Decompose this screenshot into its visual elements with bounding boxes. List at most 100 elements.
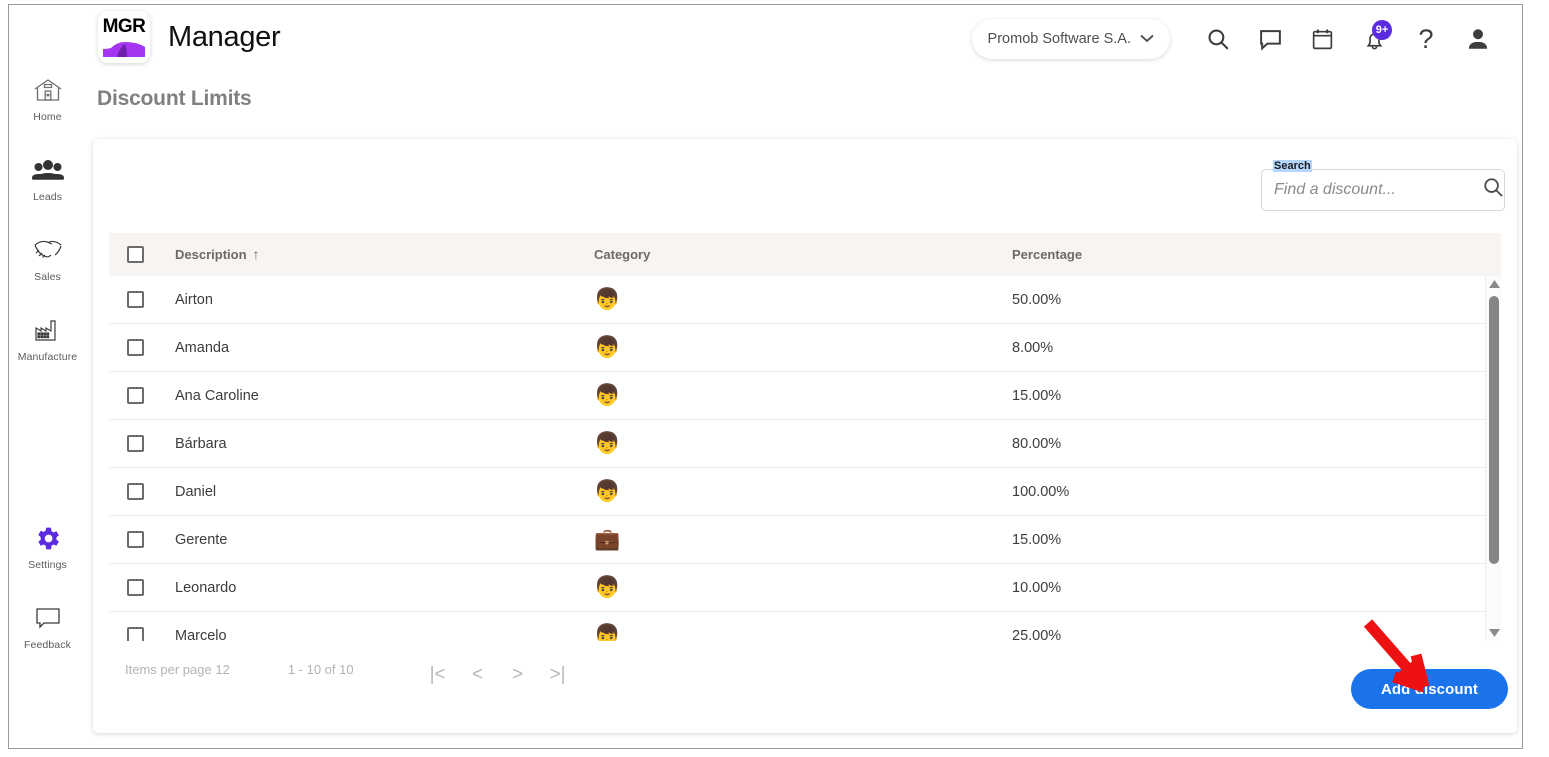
search-icon[interactable] xyxy=(1482,176,1505,204)
cell-description: Gerente xyxy=(144,531,594,549)
company-selector[interactable]: Promob Software S.A. xyxy=(971,19,1170,59)
table-row[interactable]: Gerente 💼 15.00% xyxy=(109,516,1501,564)
logo-shape xyxy=(103,42,145,57)
description-text: Amanda xyxy=(175,339,230,356)
percentage-text: 15.00% xyxy=(1012,531,1062,548)
table-row[interactable]: Airton 👦 50.00% xyxy=(109,276,1501,324)
last-page-button[interactable]: >| xyxy=(538,662,578,688)
cell-description: Leonardo xyxy=(144,579,594,597)
cell-percentage: 25.00% xyxy=(1012,627,1412,642)
row-checkbox[interactable] xyxy=(127,291,144,308)
pagination-range: 1 - 10 of 10 xyxy=(287,662,354,677)
column-header-category[interactable]: Category xyxy=(594,246,1012,264)
row-checkbox[interactable] xyxy=(127,387,144,404)
table-row[interactable]: Amanda 👦 8.00% xyxy=(109,324,1501,372)
cell-description: Marcelo xyxy=(144,627,594,642)
description-text: Airton xyxy=(175,291,213,308)
sidebar-item-label: Home xyxy=(33,111,62,123)
sidebar-item-home[interactable]: Home xyxy=(9,73,86,123)
cell-percentage: 15.00% xyxy=(1012,387,1412,405)
sidebar-item-leads[interactable]: Leads xyxy=(9,153,86,203)
next-page-button[interactable]: > xyxy=(498,662,538,688)
app-window: Home Leads Sales Manufacture Settings Fe… xyxy=(8,4,1523,749)
bell-icon[interactable]: 9+ xyxy=(1348,14,1400,64)
discounts-table: Description ↑ Category Percentage Airton… xyxy=(109,233,1501,641)
calendar-icon[interactable] xyxy=(1296,14,1348,64)
row-checkbox[interactable] xyxy=(127,435,144,452)
items-per-page-label: Items per page xyxy=(125,662,212,677)
scroll-up-arrow-icon[interactable] xyxy=(1486,276,1502,292)
search-input[interactable] xyxy=(1274,181,1482,199)
scroll-down-arrow-icon[interactable] xyxy=(1486,625,1502,641)
speech-bubble-icon xyxy=(31,601,65,635)
table-row[interactable]: Leonardo 👦 10.00% xyxy=(109,564,1501,612)
sidebar-item-settings[interactable]: Settings xyxy=(9,521,86,571)
sidebar-item-manufacture[interactable]: Manufacture xyxy=(9,313,86,363)
prev-page-button[interactable]: < xyxy=(458,662,498,688)
sort-asc-icon: ↑ xyxy=(252,246,260,262)
left-sidebar: Home Leads Sales Manufacture Settings Fe… xyxy=(9,5,86,748)
search-field-wrapper: Search xyxy=(1261,160,1505,211)
header-actions: Promob Software S.A. 9+ ? xyxy=(971,5,1504,73)
page-brand-title: Manager xyxy=(168,20,281,53)
table-row[interactable]: Bárbara 👦 80.00% xyxy=(109,420,1501,468)
items-per-page-value[interactable]: 12 xyxy=(215,662,229,677)
description-text: Leonardo xyxy=(175,579,237,596)
add-discount-button[interactable]: Add discount xyxy=(1350,669,1508,709)
select-all-checkbox[interactable] xyxy=(127,246,144,263)
child-face-emoji: 👦 xyxy=(594,383,621,407)
row-checkbox[interactable] xyxy=(127,627,144,641)
cell-description: Bárbara xyxy=(144,435,594,453)
company-name: Promob Software S.A. xyxy=(987,31,1131,47)
sidebar-item-label: Sales xyxy=(34,271,61,283)
logo-text: MGR xyxy=(102,16,146,37)
cell-description: Ana Caroline xyxy=(144,387,594,405)
people-icon xyxy=(31,153,65,187)
percentage-text: 10.00% xyxy=(1012,579,1062,596)
table-row[interactable]: Ana Caroline 👦 15.00% xyxy=(109,372,1501,420)
row-checkbox[interactable] xyxy=(127,483,144,500)
column-header-label: Description xyxy=(175,246,247,262)
row-checkbox[interactable] xyxy=(127,339,144,356)
cell-description: Amanda xyxy=(144,339,594,357)
pagination-controls: |< < > >| xyxy=(418,662,578,688)
help-icon[interactable]: ? xyxy=(1400,14,1452,64)
chat-icon[interactable] xyxy=(1244,14,1296,64)
sidebar-item-feedback[interactable]: Feedback xyxy=(9,601,86,651)
row-checkbox[interactable] xyxy=(127,579,144,596)
sidebar-item-label: Manufacture xyxy=(17,351,78,363)
child-face-emoji: 👦 xyxy=(594,623,621,642)
cell-percentage: 10.00% xyxy=(1012,579,1412,597)
cell-category: 👦 xyxy=(594,577,1012,599)
column-header-description[interactable]: Description ↑ xyxy=(144,246,594,264)
cell-percentage: 15.00% xyxy=(1012,531,1412,549)
table-row[interactable]: Marcelo 👦 25.00% xyxy=(109,612,1501,641)
child-face-emoji: 👦 xyxy=(594,479,621,503)
row-checkbox[interactable] xyxy=(127,531,144,548)
search-box[interactable] xyxy=(1261,169,1505,211)
scrollbar-thumb[interactable] xyxy=(1489,296,1499,564)
description-text: Daniel xyxy=(175,483,217,500)
percentage-text: 8.00% xyxy=(1012,339,1054,356)
search-field-label: Search xyxy=(1273,160,1312,172)
column-header-label: Category xyxy=(594,246,651,262)
brand: MGR Manager xyxy=(98,11,281,63)
cell-category: 👦 xyxy=(594,433,1012,455)
search-icon[interactable] xyxy=(1192,14,1244,64)
table-row[interactable]: Daniel 👦 100.00% xyxy=(109,468,1501,516)
sidebar-item-sales[interactable]: Sales xyxy=(9,233,86,283)
cell-category: 👦 xyxy=(594,625,1012,642)
table-header-row: Description ↑ Category Percentage xyxy=(109,233,1501,276)
column-header-percentage[interactable]: Percentage xyxy=(1012,246,1412,264)
user-avatar-icon[interactable] xyxy=(1452,14,1504,64)
percentage-text: 100.00% xyxy=(1012,483,1070,500)
sidebar-item-label: Settings xyxy=(28,559,67,571)
table-footer: Items per page 12 1 - 10 of 10 |< < > >| xyxy=(109,641,1501,733)
description-text: Bárbara xyxy=(175,435,227,452)
first-page-button[interactable]: |< xyxy=(418,662,458,688)
description-text: Ana Caroline xyxy=(175,387,259,404)
items-per-page: Items per page 12 xyxy=(125,662,230,677)
table-scrollbar[interactable] xyxy=(1485,276,1501,641)
child-face-emoji: 👦 xyxy=(594,575,621,599)
